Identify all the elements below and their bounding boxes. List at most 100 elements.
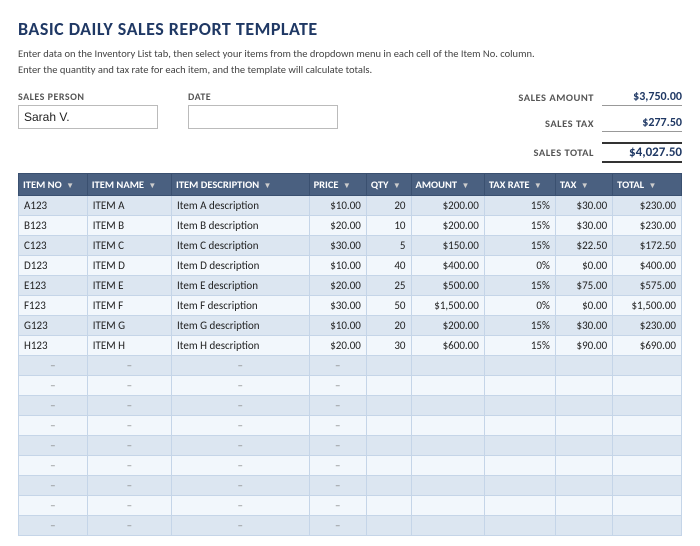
col-header-total[interactable]: TOTAL ▼ bbox=[613, 173, 682, 195]
empty-cell-tax bbox=[555, 495, 612, 515]
col-header-tax-rate[interactable]: TAX RATE ▼ bbox=[484, 173, 555, 195]
cell-tax-rate[interactable]: 15% bbox=[484, 335, 555, 355]
dropdown-arrow-total[interactable]: ▼ bbox=[649, 181, 657, 191]
dropdown-arrow-item-no[interactable]: ▼ bbox=[66, 181, 74, 191]
cell-amount: $600.00 bbox=[411, 335, 484, 355]
sales-person-label: SALES PERSON bbox=[18, 90, 158, 103]
sales-total-label: SALES TOTAL bbox=[492, 146, 602, 159]
empty-cell-qty bbox=[366, 455, 411, 475]
empty-cell-total bbox=[613, 375, 682, 395]
empty-cell-amount bbox=[411, 495, 484, 515]
empty-cell-tax-rate bbox=[484, 355, 555, 375]
sales-person-input[interactable] bbox=[18, 105, 158, 129]
cell-item-desc: Item E description bbox=[172, 275, 310, 295]
empty-cell-item-no[interactable]: – bbox=[19, 455, 88, 475]
table-row: E123 ITEM E Item E description $20.00 25… bbox=[19, 275, 682, 295]
empty-cell-qty bbox=[366, 495, 411, 515]
cell-tax-rate[interactable]: 0% bbox=[484, 295, 555, 315]
empty-cell-tax-rate bbox=[484, 495, 555, 515]
cell-item-no[interactable]: B123 bbox=[19, 215, 88, 235]
cell-qty[interactable]: 25 bbox=[366, 275, 411, 295]
empty-cell-item-no[interactable]: – bbox=[19, 415, 88, 435]
cell-item-desc: Item C description bbox=[172, 235, 310, 255]
top-section: SALES PERSON DATE SALES AMOUNT $3,750.00… bbox=[18, 90, 682, 163]
cell-tax-rate[interactable]: 15% bbox=[484, 315, 555, 335]
cell-tax-rate[interactable]: 0% bbox=[484, 255, 555, 275]
empty-cell-qty bbox=[366, 355, 411, 375]
empty-cell-item-desc: – bbox=[172, 495, 310, 515]
cell-tax-rate[interactable]: 15% bbox=[484, 195, 555, 215]
empty-cell-item-no[interactable]: – bbox=[19, 515, 88, 535]
empty-cell-amount bbox=[411, 455, 484, 475]
empty-cell-total bbox=[613, 495, 682, 515]
empty-cell-item-no[interactable]: – bbox=[19, 475, 88, 495]
left-fields: SALES PERSON DATE bbox=[18, 90, 462, 129]
empty-cell-price: – bbox=[309, 455, 366, 475]
sales-total-value: $4,027.50 bbox=[602, 142, 682, 163]
cell-tax: $0.00 bbox=[555, 295, 612, 315]
empty-cell-amount bbox=[411, 395, 484, 415]
empty-cell-item-no[interactable]: – bbox=[19, 395, 88, 415]
col-header-item-no[interactable]: ITEM NO ▼ bbox=[19, 173, 88, 195]
empty-cell-tax bbox=[555, 455, 612, 475]
empty-cell-qty bbox=[366, 375, 411, 395]
date-input[interactable] bbox=[188, 105, 338, 129]
cell-item-no[interactable]: G123 bbox=[19, 315, 88, 335]
col-header-amount[interactable]: AMOUNT ▼ bbox=[411, 173, 484, 195]
cell-qty[interactable]: 20 bbox=[366, 315, 411, 335]
sales-amount-label: SALES AMOUNT bbox=[492, 91, 602, 104]
dropdown-arrow-item-name[interactable]: ▼ bbox=[148, 181, 156, 191]
cell-tax-rate[interactable]: 15% bbox=[484, 215, 555, 235]
empty-cell-tax-rate bbox=[484, 415, 555, 435]
col-header-tax[interactable]: TAX ▼ bbox=[555, 173, 612, 195]
table-header-row: ITEM NO ▼ ITEM NAME ▼ ITEM DESCRIPTION ▼… bbox=[19, 173, 682, 195]
table-row: C123 ITEM C Item C description $30.00 5 … bbox=[19, 235, 682, 255]
cell-qty[interactable]: 30 bbox=[366, 335, 411, 355]
dropdown-arrow-price[interactable]: ▼ bbox=[343, 181, 351, 191]
sales-table: ITEM NO ▼ ITEM NAME ▼ ITEM DESCRIPTION ▼… bbox=[18, 173, 682, 536]
col-header-item-name[interactable]: ITEM NAME ▼ bbox=[87, 173, 171, 195]
table-row: H123 ITEM H Item H description $20.00 30… bbox=[19, 335, 682, 355]
empty-cell-qty bbox=[366, 395, 411, 415]
dropdown-arrow-qty[interactable]: ▼ bbox=[393, 181, 401, 191]
col-header-price[interactable]: PRICE ▼ bbox=[309, 173, 366, 195]
cell-item-no[interactable]: A123 bbox=[19, 195, 88, 215]
sales-tax-value: $277.50 bbox=[602, 116, 682, 132]
cell-tax-rate[interactable]: 15% bbox=[484, 275, 555, 295]
cell-price: $20.00 bbox=[309, 275, 366, 295]
dropdown-arrow-tax[interactable]: ▼ bbox=[581, 181, 589, 191]
cell-item-desc: Item G description bbox=[172, 315, 310, 335]
empty-cell-item-no[interactable]: – bbox=[19, 355, 88, 375]
cell-item-no[interactable]: H123 bbox=[19, 335, 88, 355]
empty-cell-amount bbox=[411, 475, 484, 495]
dropdown-arrow-tax-rate[interactable]: ▼ bbox=[534, 181, 542, 191]
empty-cell-item-no[interactable]: – bbox=[19, 435, 88, 455]
cell-item-no[interactable]: D123 bbox=[19, 255, 88, 275]
col-header-qty[interactable]: QTY ▼ bbox=[366, 173, 411, 195]
cell-item-name: ITEM A bbox=[87, 195, 171, 215]
empty-table-row: – – – – bbox=[19, 495, 682, 515]
empty-cell-item-name: – bbox=[87, 435, 171, 455]
cell-item-no[interactable]: E123 bbox=[19, 275, 88, 295]
cell-amount: $200.00 bbox=[411, 215, 484, 235]
cell-amount: $200.00 bbox=[411, 195, 484, 215]
dropdown-arrow-amount[interactable]: ▼ bbox=[461, 181, 469, 191]
empty-cell-item-no[interactable]: – bbox=[19, 375, 88, 395]
cell-qty[interactable]: 10 bbox=[366, 215, 411, 235]
empty-cell-qty bbox=[366, 475, 411, 495]
cell-item-no[interactable]: F123 bbox=[19, 295, 88, 315]
cell-qty[interactable]: 50 bbox=[366, 295, 411, 315]
empty-cell-item-no[interactable]: – bbox=[19, 495, 88, 515]
empty-cell-tax-rate bbox=[484, 395, 555, 415]
col-header-item-description[interactable]: ITEM DESCRIPTION ▼ bbox=[172, 173, 310, 195]
cell-qty[interactable]: 20 bbox=[366, 195, 411, 215]
empty-table-row: – – – – bbox=[19, 395, 682, 415]
cell-item-no[interactable]: C123 bbox=[19, 235, 88, 255]
cell-tax-rate[interactable]: 15% bbox=[484, 235, 555, 255]
cell-amount: $400.00 bbox=[411, 255, 484, 275]
dropdown-arrow-item-desc[interactable]: ▼ bbox=[264, 181, 272, 191]
cell-price: $20.00 bbox=[309, 215, 366, 235]
empty-cell-amount bbox=[411, 355, 484, 375]
cell-qty[interactable]: 5 bbox=[366, 235, 411, 255]
cell-qty[interactable]: 40 bbox=[366, 255, 411, 275]
